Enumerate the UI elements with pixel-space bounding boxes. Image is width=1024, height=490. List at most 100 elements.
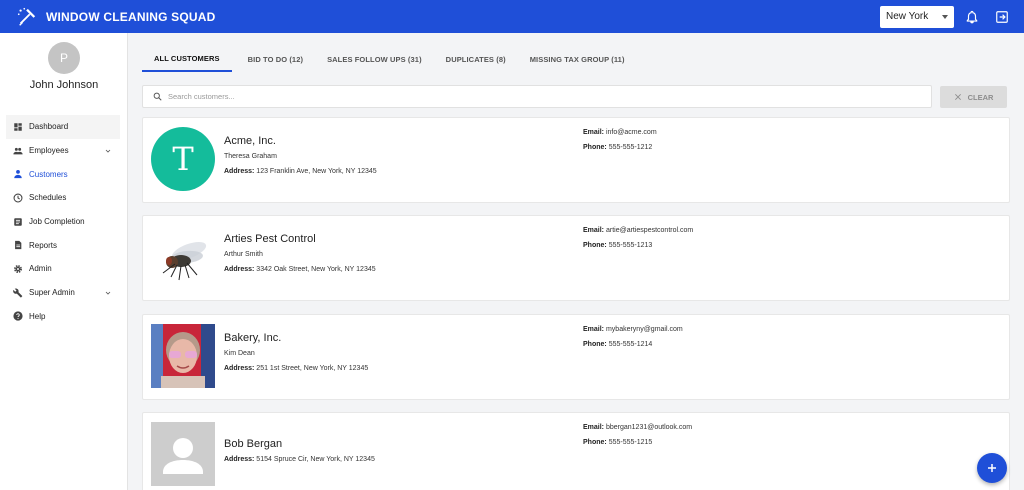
tab-missing-tax-group[interactable]: MISSING TAX GROUP (11) [518,46,637,72]
customer-card[interactable]: Bob Bergan Address: 5154 Spruce Cir, New… [142,412,1010,490]
address-label: Address: [224,266,255,273]
add-customer-button[interactable] [977,453,1007,483]
customer-name[interactable]: Bakery, Inc. [224,332,281,344]
sidebar-nav: Dashboard Employees Customers Schedules … [6,115,120,328]
customer-avatar [151,422,215,486]
gear-icon [13,264,23,274]
customer-address: Address: 123 Franklin Ave, New York, NY … [224,168,377,175]
customer-avatar [151,225,215,289]
sidebar-item-dashboard[interactable]: Dashboard [6,115,120,139]
search-bar [142,85,932,108]
customer-card[interactable]: T Acme, Inc. Theresa Graham Address: 123… [142,117,1010,203]
sidebar-item-label: Help [29,311,46,321]
people-icon [13,146,23,156]
email-value[interactable]: artie@artiespestcontrol.com [606,227,693,234]
tab-sales-follow-ups[interactable]: SALES FOLLOW UPS (31) [315,46,434,72]
phone-label: Phone: [583,242,607,249]
email-value[interactable]: bbergan1231@outlook.com [606,424,692,431]
sidebar-item-super-admin[interactable]: Super Admin [6,281,120,305]
sidebar-item-label: Admin [29,264,52,274]
customer-name[interactable]: Arties Pest Control [224,233,316,245]
customer-email: Email: mybakeryny@gmail.com [583,326,683,333]
app-logo[interactable]: WINDOW CLEANING SQUAD [16,6,216,28]
email-label: Email: [583,129,605,136]
notifications-button[interactable] [964,9,980,25]
customer-name[interactable]: Bob Bergan [224,438,282,450]
sidebar-item-customers[interactable]: Customers [6,162,120,186]
app-title: WINDOW CLEANING SQUAD [46,9,216,24]
phone-value[interactable]: 555-555-1214 [609,341,653,348]
address-value: 3342 Oak Street, New York, NY 12345 [256,266,376,273]
document-icon [13,240,23,250]
sidebar-item-job-completion[interactable]: Job Completion [6,210,120,234]
sidebar-item-label: Job Completion [29,217,85,227]
customer-tabs: ALL CUSTOMERS BID TO DO (12) SALES FOLLO… [142,46,637,72]
sidebar-item-label: Super Admin [29,288,75,298]
person-icon [13,169,23,179]
customer-contact: Theresa Graham [224,153,277,160]
phone-value[interactable]: 555-555-1212 [609,144,653,151]
sidebar-item-reports[interactable]: Reports [6,233,120,257]
address-label: Address: [224,365,255,372]
customer-address: Address: 3342 Oak Street, New York, NY 1… [224,266,376,273]
customer-address: Address: 5154 Spruce Cir, New York, NY 1… [224,456,375,463]
user-avatar[interactable]: P [48,42,80,74]
clear-button[interactable]: CLEAR [940,86,1007,108]
sidebar-item-employees[interactable]: Employees [6,139,120,163]
sidebar-item-schedules[interactable]: Schedules [6,186,120,210]
customer-phone: Phone: 555-555-1214 [583,341,652,348]
person-photo-icon [151,324,215,388]
logout-button[interactable] [994,9,1010,25]
sidebar-item-label: Customers [29,169,68,179]
address-label: Address: [224,456,255,463]
user-name: John Johnson [29,79,99,91]
phone-value[interactable]: 555-555-1215 [609,439,653,446]
customer-phone: Phone: 555-555-1212 [583,144,652,151]
email-label: Email: [583,227,605,234]
close-icon [954,94,961,100]
chevron-down-icon [105,291,111,295]
address-value: 251 1st Street, New York, NY 12345 [256,365,369,372]
location-value: New York [886,11,929,22]
exit-icon [996,10,1008,23]
customer-email: Email: info@acme.com [583,129,657,136]
customer-card[interactable]: Bakery, Inc. Kim Dean Address: 251 1st S… [142,314,1010,400]
fly-photo-icon [162,241,207,281]
customer-address: Address: 251 1st Street, New York, NY 12… [224,365,368,372]
location-select[interactable]: New York [880,5,954,28]
customer-phone: Phone: 555-555-1215 [583,439,652,446]
sidebar-item-admin[interactable]: Admin [6,257,120,281]
sidebar: P John Johnson Dashboard Employees Custo… [0,33,128,490]
tab-all-customers[interactable]: ALL CUSTOMERS [142,46,232,72]
email-label: Email: [583,326,605,333]
search-icon [153,92,162,101]
customer-name[interactable]: Acme, Inc. [224,135,276,147]
sidebar-item-label: Dashboard [29,122,69,132]
wrench-icon [13,288,23,298]
tab-bid-to-do[interactable]: BID TO DO (12) [236,46,315,72]
search-input[interactable] [168,92,868,101]
help-icon [13,311,23,321]
address-value: 5154 Spruce Cir, New York, NY 12345 [256,456,375,463]
customer-card[interactable]: Arties Pest Control Arthur Smith Address… [142,215,1010,301]
plus-icon [988,464,996,472]
chevron-down-icon [105,149,111,153]
tab-duplicates[interactable]: DUPLICATES (8) [434,46,518,72]
email-value[interactable]: info@acme.com [606,129,657,136]
phone-label: Phone: [583,144,607,151]
sidebar-item-label: Employees [29,146,69,156]
customer-avatar: T [151,127,215,191]
bell-icon [966,10,978,23]
email-value[interactable]: mybakeryny@gmail.com [606,326,683,333]
customer-avatar [151,324,215,388]
address-value: 123 Franklin Ave, New York, NY 12345 [256,168,377,175]
address-label: Address: [224,168,255,175]
list-icon [13,217,23,227]
customer-email: Email: artie@artiespestcontrol.com [583,227,693,234]
phone-label: Phone: [583,439,607,446]
top-app-bar: WINDOW CLEANING SQUAD New York [0,0,1024,33]
phone-value[interactable]: 555-555-1213 [609,242,653,249]
squeegee-logo-icon [17,7,36,26]
sidebar-item-help[interactable]: Help [6,305,120,329]
customer-contact: Kim Dean [224,350,255,357]
